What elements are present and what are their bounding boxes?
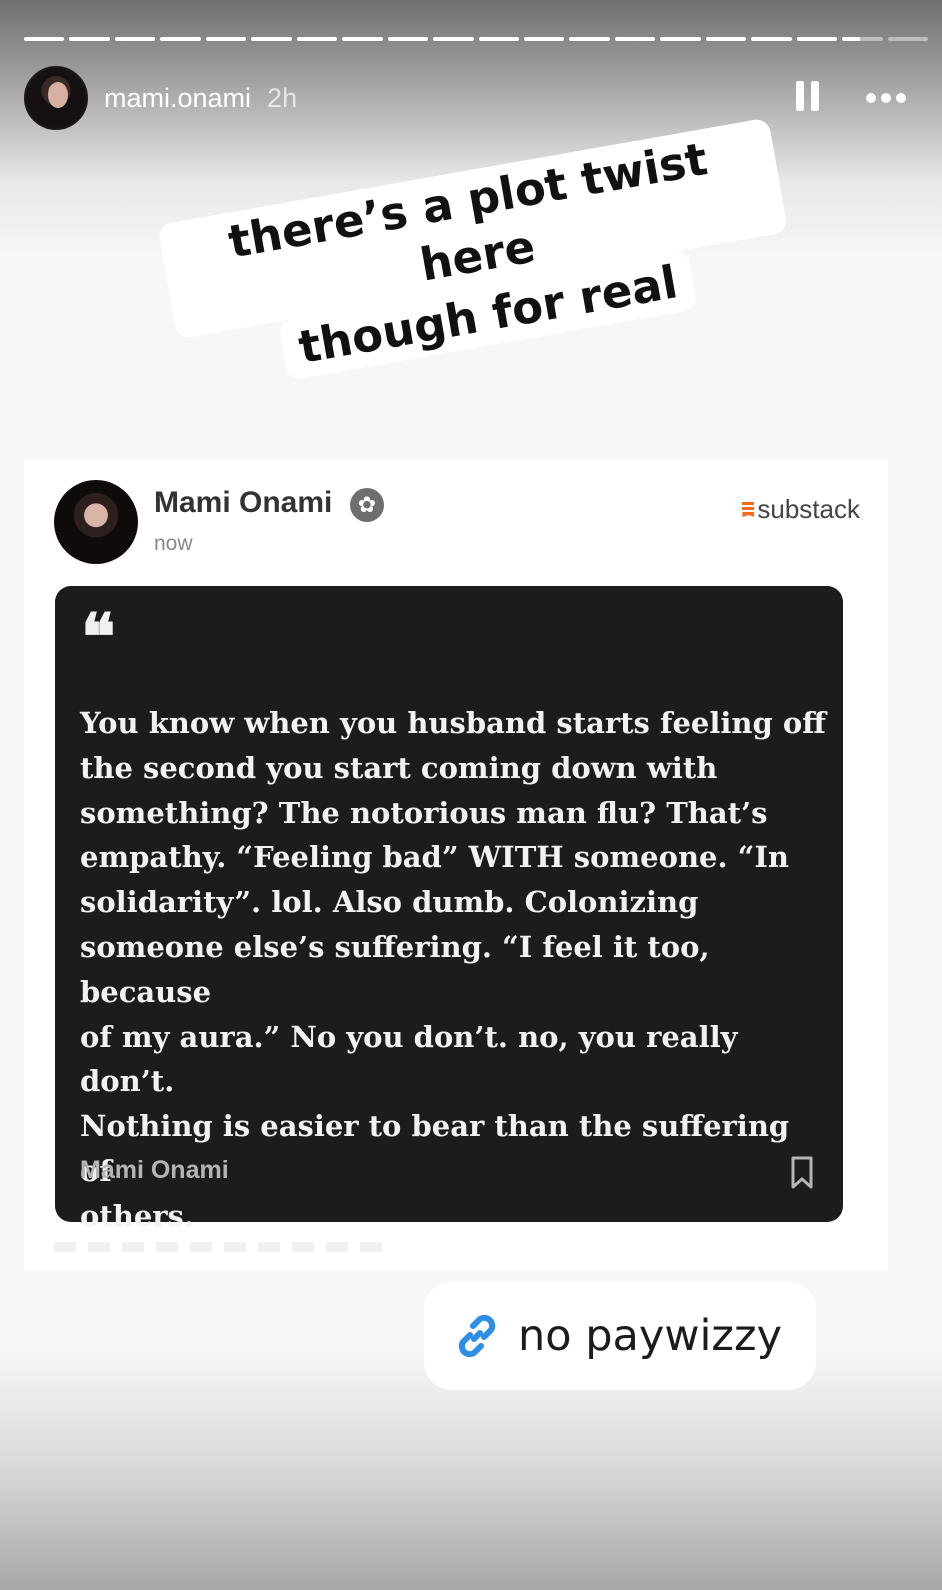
progress-segment bbox=[205, 37, 247, 41]
progress-segment bbox=[796, 37, 838, 41]
link-icon bbox=[458, 1314, 496, 1358]
progress-segment bbox=[160, 37, 201, 41]
progress-segment bbox=[24, 37, 65, 41]
post-header: Mami Onami ✿ now substack bbox=[54, 480, 860, 570]
bookmark-icon[interactable] bbox=[791, 1156, 813, 1190]
quote-author: Mami Onami bbox=[80, 1156, 229, 1184]
progress-segment bbox=[478, 37, 519, 41]
pause-icon[interactable] bbox=[796, 81, 826, 115]
progress-segment bbox=[614, 37, 656, 41]
progress-segment bbox=[342, 37, 383, 41]
substack-logo: substack bbox=[742, 494, 860, 525]
substack-label: substack bbox=[757, 494, 860, 524]
progress-segment bbox=[433, 37, 474, 41]
progress-segment bbox=[114, 37, 156, 41]
progress-segment bbox=[705, 37, 747, 41]
progress-segment bbox=[660, 37, 701, 41]
post-timestamp: now bbox=[154, 532, 193, 555]
quote-card: ❝ You know when you husband starts feeli… bbox=[55, 586, 843, 1233]
progress-segment bbox=[569, 37, 610, 41]
progress-segment bbox=[251, 37, 292, 41]
progress-segment bbox=[887, 37, 929, 41]
story-avatar[interactable] bbox=[24, 66, 88, 130]
progress-segment bbox=[69, 37, 110, 41]
more-icon[interactable] bbox=[866, 93, 906, 103]
shared-post-card[interactable]: Mami Onami ✿ now substack ❝ You know whe… bbox=[24, 460, 888, 1270]
cropped-text-remnant bbox=[54, 1242, 394, 1252]
post-author-name: Mami Onami bbox=[154, 486, 333, 519]
post-author-avatar bbox=[54, 480, 138, 564]
progress-segment bbox=[523, 37, 565, 41]
progress-segment bbox=[296, 37, 338, 41]
progress-segment bbox=[842, 37, 883, 41]
link-sticker[interactable]: no paywizzy bbox=[424, 1282, 816, 1390]
story-time: 2h bbox=[267, 82, 298, 113]
story-progress-bar bbox=[24, 37, 929, 42]
substack-mark-icon bbox=[742, 502, 755, 517]
progress-segment bbox=[387, 37, 429, 41]
verified-badge-icon: ✿ bbox=[350, 488, 384, 522]
link-label: no paywizzy bbox=[518, 1311, 783, 1361]
story-header: mami.onami 2h bbox=[24, 66, 914, 130]
story-username[interactable]: mami.onami bbox=[104, 83, 251, 114]
quote-mark-icon: ❝ bbox=[81, 600, 116, 675]
progress-segment bbox=[751, 37, 792, 41]
